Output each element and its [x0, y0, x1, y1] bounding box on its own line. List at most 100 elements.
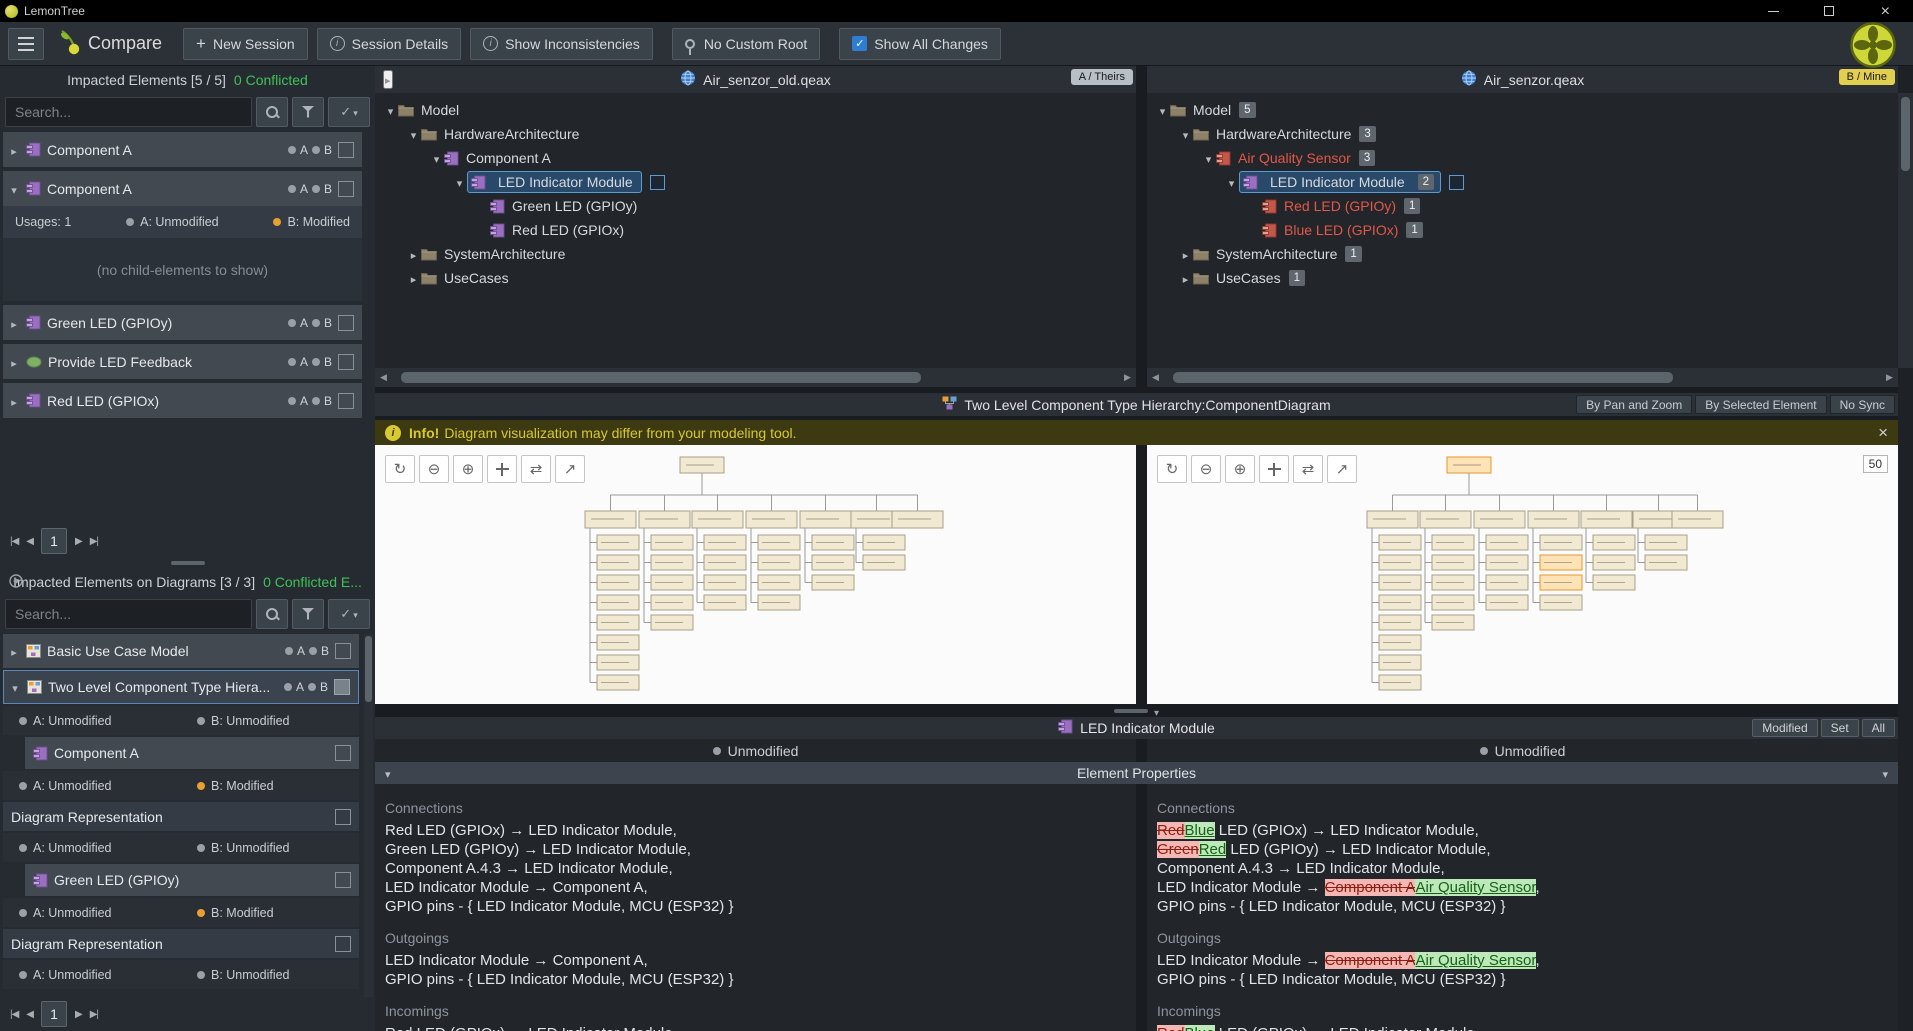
tree-node[interactable]: Model [375, 98, 1136, 122]
last-page-button[interactable] [90, 1009, 98, 1020]
tree-node[interactable]: Model 5 [1147, 98, 1898, 122]
first-page-button[interactable] [10, 536, 18, 547]
close-banner-icon[interactable] [1878, 423, 1888, 443]
filter-button[interactable] [292, 96, 324, 127]
minimize-button[interactable] [1745, 0, 1801, 22]
tree-node[interactable]: Red LED (GPIOx) [375, 218, 1136, 242]
pan-icon[interactable] [1259, 455, 1289, 483]
impacted-item[interactable]: Provide LED Feedback AB [3, 344, 362, 379]
pan-icon[interactable] [487, 455, 517, 483]
node-checkbox[interactable] [1449, 174, 1465, 190]
item-checkbox[interactable] [335, 935, 351, 952]
sidebar-splitter[interactable] [0, 558, 375, 568]
impacted-item[interactable]: Red LED (GPIOx) AB [3, 383, 362, 418]
model-tree-b[interactable]: Model5HardwareArchitecture3Air Quality S… [1147, 93, 1898, 368]
collapse-tree-icon[interactable] [383, 70, 393, 89]
item-checkbox[interactable] [335, 808, 351, 825]
diagram-sub-item[interactable]: Green LED (GPIOy) [25, 864, 359, 896]
maximize-button[interactable] [1801, 0, 1857, 22]
impacted-item[interactable]: Component A AB [3, 171, 362, 206]
filter-all-button[interactable]: All [1861, 719, 1895, 737]
expander-icon[interactable] [9, 679, 21, 695]
diagram-canvas-a[interactable] [375, 445, 1136, 704]
tree-node[interactable]: HardwareArchitecture [375, 122, 1136, 146]
expander-icon[interactable] [1178, 270, 1193, 286]
scrollbar-thumb[interactable] [365, 636, 372, 702]
no-sync-button[interactable]: No Sync [1829, 395, 1895, 414]
item-checkbox[interactable] [335, 745, 351, 761]
expander-icon[interactable] [1201, 150, 1216, 166]
filter-modified-button[interactable]: Modified [1752, 719, 1818, 737]
tree-a-hscrollbar[interactable] [375, 368, 1136, 387]
expander-icon[interactable] [383, 102, 398, 118]
collapse-section-icon[interactable] [385, 766, 391, 781]
scrollbar-thumb[interactable] [1173, 372, 1673, 383]
expander-icon[interactable] [406, 126, 421, 142]
expander-icon[interactable] [429, 150, 444, 166]
checked-checkbox-icon[interactable] [852, 36, 868, 51]
swap-icon[interactable] [1293, 455, 1323, 483]
expander-icon[interactable] [8, 354, 20, 370]
tree-node[interactable]: Air Quality Sensor 3 [1147, 146, 1898, 170]
tree-node[interactable]: HardwareArchitecture 3 [1147, 122, 1898, 146]
expander-icon[interactable] [8, 393, 20, 409]
scroll-left-icon[interactable] [1147, 368, 1164, 387]
next-page-button[interactable] [75, 1009, 82, 1020]
expander-icon[interactable] [406, 270, 421, 286]
open-external-icon[interactable] [555, 455, 585, 483]
show-all-changes-toggle[interactable]: Show All Changes [839, 27, 1001, 60]
collapse-section-icon[interactable] [1882, 766, 1888, 781]
sync-by-selected-element-button[interactable]: By Selected Element [1695, 395, 1827, 414]
expander-icon[interactable] [406, 246, 421, 262]
scroll-right-icon[interactable] [1881, 368, 1898, 387]
previous-page-button[interactable] [26, 536, 33, 547]
filter-set-button[interactable]: Set [1820, 719, 1859, 737]
node-checkbox[interactable] [649, 174, 665, 190]
expander-icon[interactable] [8, 142, 20, 158]
horizontal-splitter[interactable] [375, 704, 1898, 717]
component-hierarchy-diagram-b[interactable] [1147, 445, 1898, 704]
expander-icon[interactable] [452, 174, 467, 190]
session-details-button[interactable]: Session Details [316, 27, 462, 60]
diagram-representation-row[interactable]: Diagram Representation [3, 802, 359, 831]
impacted-item[interactable]: Green LED (GPIOy) AB [3, 305, 362, 340]
expander-icon[interactable] [1224, 174, 1239, 190]
zoom-out-icon[interactable] [1191, 455, 1221, 483]
expander-icon[interactable] [8, 181, 20, 197]
component-hierarchy-diagram-a[interactable] [375, 445, 1136, 704]
scrollbar-thumb[interactable] [401, 372, 921, 383]
element-properties-bar[interactable]: Element Properties [375, 762, 1898, 784]
expander-icon[interactable] [1178, 246, 1193, 262]
expander-icon[interactable] [1155, 102, 1170, 118]
expander-icon[interactable] [8, 315, 20, 331]
search-button[interactable] [256, 598, 288, 629]
item-checkbox[interactable] [338, 353, 354, 370]
swap-icon[interactable] [521, 455, 551, 483]
tree-node[interactable]: Blue LED (GPIOx) 1 [1147, 218, 1898, 242]
list-scrollbar[interactable] [364, 634, 373, 997]
model-tree-a[interactable]: Model HardwareArchitecture Component A LED … [375, 93, 1136, 368]
diagram-sub-item[interactable]: Component A [25, 737, 359, 769]
filter-button[interactable] [292, 598, 324, 629]
close-button[interactable] [1857, 0, 1913, 22]
refresh-icon[interactable] [385, 455, 415, 483]
impacted-item[interactable]: Component A AB [3, 132, 362, 167]
tree-node[interactable]: LED Indicator Module 2 [1147, 170, 1898, 194]
item-checkbox[interactable] [334, 679, 350, 695]
item-checkbox[interactable] [338, 180, 354, 197]
scrollbar-thumb[interactable] [1901, 97, 1910, 171]
search-button[interactable] [256, 96, 288, 127]
select-visible-button[interactable] [328, 96, 370, 127]
menu-button[interactable] [8, 27, 44, 60]
item-checkbox[interactable] [335, 643, 351, 659]
tree-b-hscrollbar[interactable] [1147, 368, 1898, 387]
zoom-out-icon[interactable] [419, 455, 449, 483]
refresh-icon[interactable] [1157, 455, 1187, 483]
new-session-button[interactable]: New Session [183, 27, 308, 60]
diagrams-search-input[interactable] [5, 598, 252, 629]
previous-page-button[interactable] [26, 1009, 33, 1020]
select-visible-button[interactable] [328, 598, 370, 629]
impacted-search-input[interactable] [5, 96, 252, 127]
diagram-representation-row[interactable]: Diagram Representation [3, 929, 359, 958]
zoom-in-icon[interactable] [453, 455, 483, 483]
